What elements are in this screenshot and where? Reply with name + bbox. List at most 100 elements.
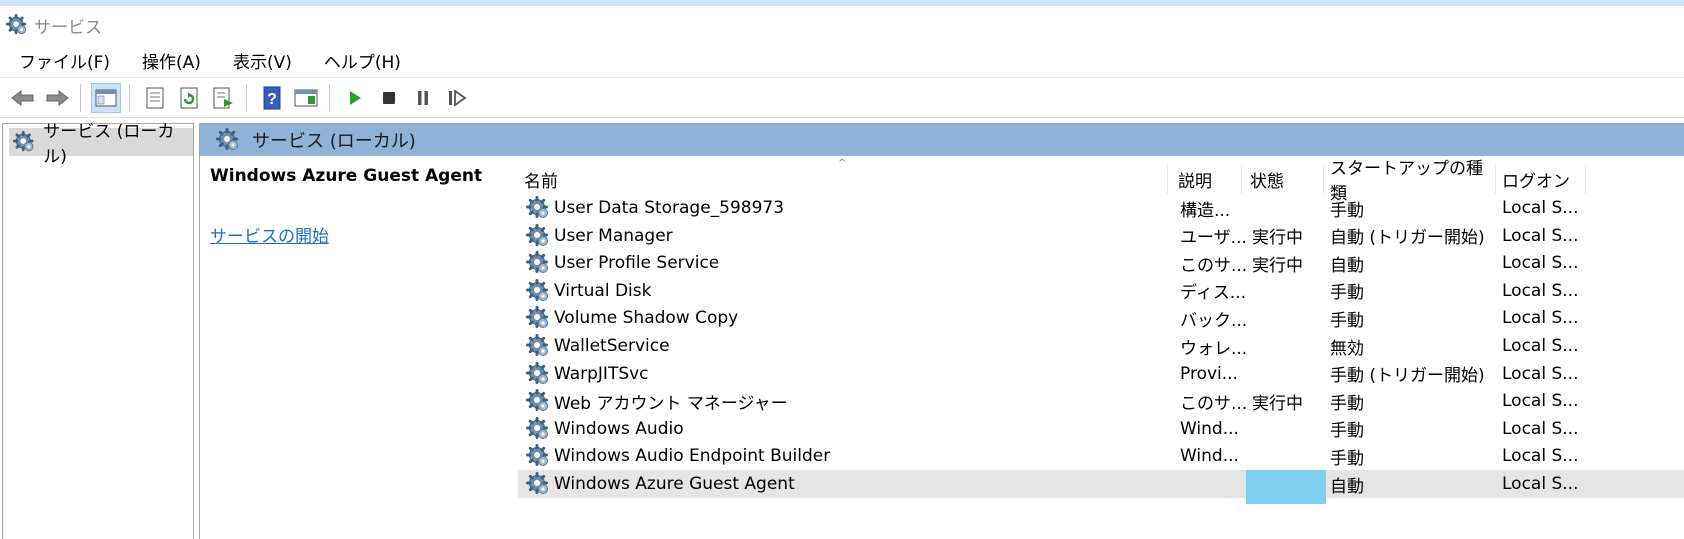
service-description-cell: 構造...	[1180, 200, 1231, 221]
service-gear-icon	[526, 196, 550, 220]
service-startup-type-cell: 手動	[1330, 283, 1364, 304]
table-row[interactable]: Windows Azure Guest Agent 自動 Local S...	[518, 470, 1684, 504]
pane-body: Windows Azure Guest Agent サービスの開始 ^ 名前 説…	[200, 156, 1684, 539]
stop-service-icon[interactable]	[374, 83, 404, 113]
service-name-text: Windows Azure Guest Agent	[554, 474, 795, 494]
service-description-cell: Wind...	[1180, 418, 1239, 439]
table-row[interactable]: Virtual Disk ディス... 手動 Local S...	[518, 277, 1684, 305]
table-row[interactable]: User Manager ユーザ... 実行中 自動 (トリガー開始) Local S.…	[518, 222, 1684, 250]
service-state-cell	[1252, 304, 1328, 332]
service-name-text: Web アカウント マネージャー	[554, 393, 788, 414]
console-tree-pane: サービス (ローカル)	[2, 122, 194, 539]
menu-help[interactable]: ヘルプ(H)	[311, 48, 414, 73]
column-header-logon[interactable]: ログオン	[1496, 164, 1586, 194]
menu-view[interactable]: 表示(V)	[220, 48, 305, 73]
service-logon-cell: Local S...	[1502, 418, 1579, 439]
services-pane: サービス (ローカル) Windows Azure Guest Agent サー…	[199, 123, 1684, 539]
table-row[interactable]: WalletService ウォレ... 無効 Local S...	[518, 332, 1684, 360]
help-icon[interactable]: ?	[257, 83, 287, 113]
export-list-icon[interactable]	[208, 83, 238, 113]
window-title: サービス	[34, 17, 102, 38]
service-name-text: Windows Audio Endpoint Builder	[554, 446, 831, 467]
svg-text:?: ?	[267, 91, 277, 108]
service-name-cell: Windows Azure Guest Agent	[526, 470, 1166, 498]
resume-service-icon[interactable]	[442, 83, 472, 113]
toolbar-separator	[329, 83, 330, 112]
back-arrow-icon[interactable]	[8, 83, 38, 113]
toolbar: ?	[0, 78, 1684, 118]
table-row[interactable]: User Data Storage_598973 構造... 手動 Local S..…	[518, 194, 1684, 222]
service-startup-type-cell: 自動	[1330, 255, 1364, 276]
column-header-description[interactable]: 説明	[1172, 164, 1242, 194]
service-description-cell: このサ...	[1180, 393, 1248, 414]
table-row[interactable]: User Profile Service このサ... 実行中 自動 Local S..…	[518, 249, 1684, 277]
service-description-cell: Wind...	[1180, 446, 1239, 467]
table-row[interactable]: WarpJITSvc Provi... 手動 (トリガー開始) Local S...	[518, 360, 1684, 388]
service-name-text: Windows Audio	[554, 418, 684, 439]
service-state-cell	[1252, 415, 1328, 443]
service-name-text: Volume Shadow Copy	[554, 308, 739, 329]
service-gear-icon	[526, 224, 550, 248]
service-logon-cell: Local S...	[1502, 280, 1579, 301]
table-row[interactable]: Volume Shadow Copy バック... 手動 Local S...	[518, 304, 1684, 332]
column-header-name[interactable]: 名前	[518, 164, 1168, 194]
service-name-cell: User Profile Service	[526, 249, 1166, 277]
column-header-state[interactable]: 状態	[1244, 164, 1324, 194]
service-state-cell	[1252, 194, 1328, 222]
services-list: ^ 名前 説明 状態 スタートアップの種類 ログオン User Data Sto…	[518, 156, 1684, 539]
column-header-logon-label: ログオン	[1502, 171, 1570, 192]
service-name-text: User Data Storage_598973	[554, 198, 785, 218]
refresh-icon[interactable]	[174, 83, 204, 113]
service-name-text: WalletService	[554, 336, 670, 356]
console-tree-icon[interactable]	[91, 82, 121, 113]
start-service-link[interactable]: サービスの開始	[210, 222, 329, 247]
services-gear-icon	[216, 128, 240, 152]
service-state-cell	[1252, 360, 1328, 388]
service-description-cell: このサ...	[1180, 255, 1248, 276]
forward-arrow-icon[interactable]	[42, 83, 72, 113]
table-row[interactable]: Windows Audio Wind... 手動 Local S...	[518, 415, 1684, 443]
service-gear-icon	[526, 417, 550, 441]
menu-action[interactable]: 操作(A)	[129, 48, 214, 73]
service-startup-type-cell: 無効	[1330, 338, 1364, 359]
service-startup-type-cell: 手動	[1330, 421, 1364, 442]
service-startup-type-cell: 手動	[1330, 200, 1364, 221]
properties-icon[interactable]	[140, 83, 170, 113]
service-name-cell: Volume Shadow Copy	[526, 304, 1166, 332]
service-startup-type-cell: 手動	[1330, 310, 1364, 331]
service-name-cell: WarpJITSvc	[526, 360, 1166, 388]
service-description-cell: ユーザ...	[1180, 228, 1247, 249]
column-header-description-label: 説明	[1178, 171, 1212, 192]
service-state-cell: 実行中	[1252, 228, 1303, 249]
service-state-cell	[1252, 332, 1328, 360]
menu-bar: ファイル(F) 操作(A) 表示(V) ヘルプ(H)	[0, 44, 1684, 78]
start-service-icon[interactable]	[340, 83, 370, 113]
tree-item-services-local[interactable]: サービス (ローカル)	[9, 122, 193, 167]
service-name-cell: Web アカウント マネージャー	[526, 387, 1166, 415]
service-startup-type-cell: 自動 (トリガー開始)	[1330, 228, 1485, 249]
service-state-cell: 実行中	[1252, 255, 1303, 276]
service-state-cell	[1252, 470, 1328, 498]
service-name-cell: User Manager	[526, 222, 1166, 250]
service-logon-cell: Local S...	[1502, 336, 1579, 356]
column-header-startup-type[interactable]: スタートアップの種類	[1324, 159, 1496, 204]
show-action-pane-icon[interactable]	[291, 83, 321, 113]
service-description-cell: ディス...	[1180, 283, 1247, 304]
service-description-cell	[1180, 470, 1248, 498]
service-name-cell: Windows Audio	[526, 415, 1166, 443]
table-row[interactable]: Web アカウント マネージャー このサ... 実行中 手動 Local S...	[518, 387, 1684, 415]
service-state-cell: 実行中	[1252, 393, 1303, 414]
service-description-cell: バック...	[1180, 310, 1248, 331]
toolbar-separator	[80, 83, 81, 112]
service-gear-icon	[526, 334, 550, 358]
service-logon-cell: Local S...	[1502, 446, 1579, 467]
menu-file[interactable]: ファイル(F)	[6, 48, 123, 73]
service-startup-type-cell: 手動	[1330, 393, 1364, 414]
list-header: ^ 名前 説明 状態 スタートアップの種類 ログオン	[518, 156, 1684, 204]
service-logon-cell: Local S...	[1502, 391, 1579, 412]
pause-service-icon[interactable]	[408, 83, 438, 113]
table-row[interactable]: Windows Audio Endpoint Builder Wind... 手動 L…	[518, 442, 1684, 470]
service-startup-type-cell: 手動	[1330, 448, 1364, 469]
service-name-cell: WalletService	[526, 332, 1166, 360]
service-logon-cell: Local S...	[1502, 474, 1579, 494]
